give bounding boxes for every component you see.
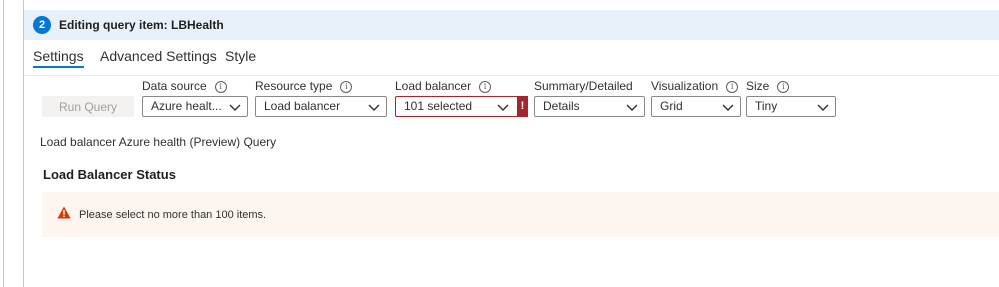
chevron-down-icon	[817, 104, 829, 111]
tabs-divider	[24, 75, 999, 76]
step-badge: 2	[33, 16, 51, 34]
size-dropdown[interactable]: Tiny	[746, 96, 836, 117]
chevron-down-icon	[626, 104, 638, 111]
info-icon[interactable]: i	[340, 81, 353, 93]
query-description: Load balancer Azure health (Preview) Que…	[40, 135, 277, 149]
data-source-label-text: Data source	[142, 79, 207, 93]
chevron-down-icon	[368, 104, 380, 111]
active-tab-indicator	[33, 66, 84, 68]
summary-detailed-dropdown[interactable]: Details	[534, 96, 645, 117]
resource-type-label-text: Resource type	[255, 79, 333, 93]
warning-icon	[57, 206, 71, 219]
data-source-dropdown[interactable]: Azure healt...	[142, 96, 248, 117]
data-source-value: Azure healt...	[151, 99, 222, 113]
chevron-down-icon	[722, 104, 734, 111]
resource-type-value: Load balancer	[264, 99, 341, 113]
tab-advanced-settings[interactable]: Advanced Settings	[100, 48, 217, 64]
chevron-down-icon	[497, 104, 509, 111]
visualization-dropdown[interactable]: Grid	[651, 96, 741, 117]
tab-advanced-settings-label: Advanced Settings	[100, 48, 217, 64]
resource-type-dropdown[interactable]: Load balancer	[255, 96, 387, 117]
chevron-down-icon	[229, 104, 241, 111]
error-icon: !	[517, 96, 528, 117]
info-icon[interactable]: i	[777, 81, 790, 93]
warning-message-bar: Please select no more than 100 items.	[42, 192, 999, 237]
load-balancer-value: 101 selected	[404, 99, 473, 113]
editor-header: 2 Editing query item: LBHealth	[24, 10, 999, 40]
query-editor-panel: 2 Editing query item: LBHealth Settings …	[23, 0, 999, 287]
resource-type-label: Resource type i	[255, 79, 353, 93]
summary-detailed-label-text: Summary/Detailed	[534, 79, 633, 93]
visualization-value: Grid	[660, 99, 683, 113]
section-title: Load Balancer Status	[43, 167, 176, 182]
warning-text: Please select no more than 100 items.	[79, 209, 267, 221]
tab-settings[interactable]: Settings	[33, 48, 84, 68]
tab-style-label: Style	[225, 48, 257, 64]
info-icon[interactable]: i	[479, 81, 492, 93]
tab-style[interactable]: Style	[225, 48, 256, 64]
info-icon[interactable]: i	[726, 81, 739, 93]
size-label-text: Size	[746, 79, 770, 93]
data-source-label: Data source i	[142, 79, 227, 93]
summary-detailed-value: Details	[543, 99, 580, 113]
visualization-label-text: Visualization	[651, 79, 719, 93]
load-balancer-label: Load balancer i	[395, 79, 492, 93]
size-value: Tiny	[755, 99, 778, 113]
info-icon[interactable]: i	[214, 81, 227, 93]
load-balancer-label-text: Load balancer	[395, 79, 472, 93]
editor-title: Editing query item: LBHealth	[59, 18, 224, 32]
size-label: Size i	[746, 79, 790, 93]
summary-detailed-label: Summary/Detailed	[534, 79, 633, 93]
visualization-label: Visualization i	[651, 79, 739, 93]
tab-settings-label: Settings	[33, 48, 84, 64]
run-query-button[interactable]: Run Query	[42, 96, 134, 117]
load-balancer-dropdown[interactable]: 101 selected !	[395, 96, 528, 117]
outer-border	[3, 0, 4, 287]
